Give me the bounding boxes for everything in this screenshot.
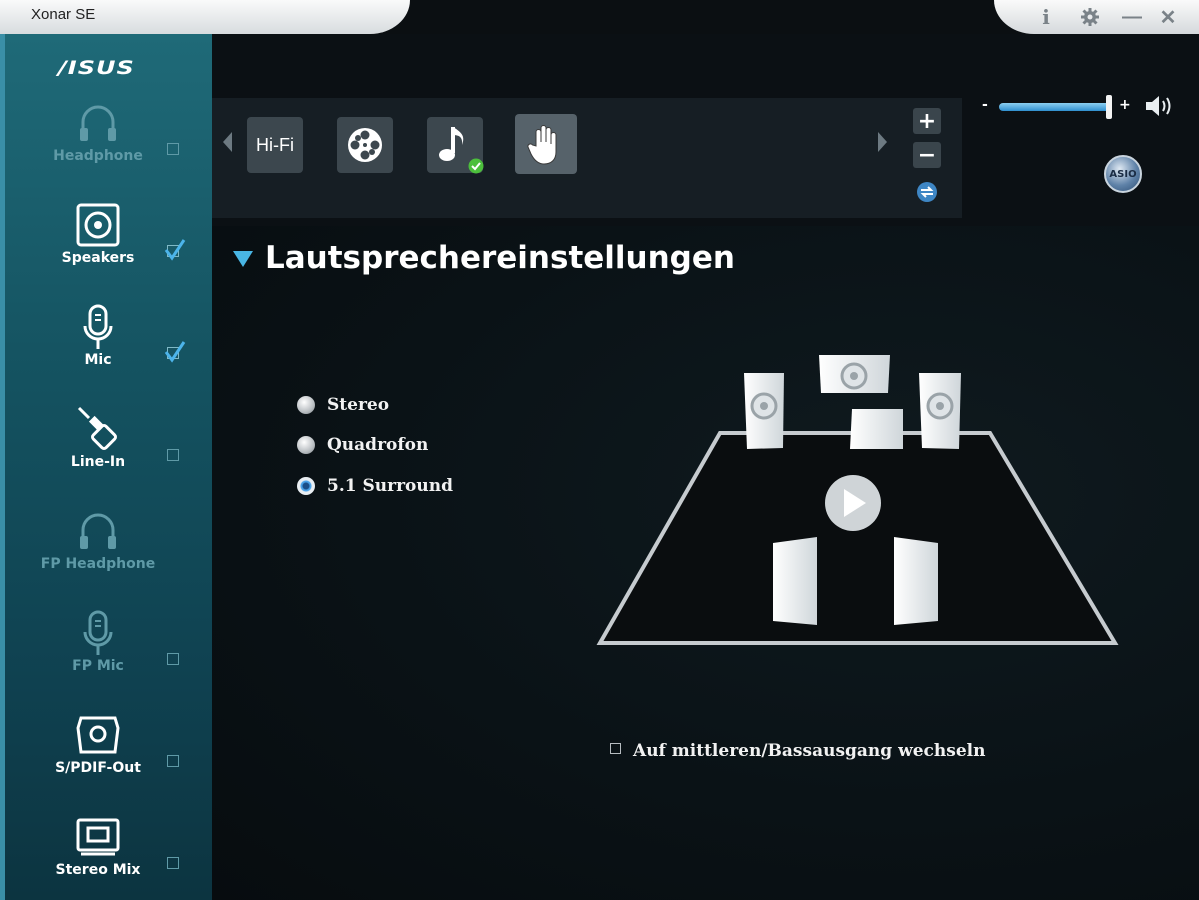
device-checkbox[interactable] [167,449,179,461]
volume-slider-handle[interactable] [1106,95,1112,119]
speaker-diagram [596,355,1119,645]
radio-quadrofon[interactable]: Quadrofon [297,435,428,455]
radio-button[interactable] [297,436,315,454]
reset-preset-button[interactable] [916,181,938,207]
spdif-icon [76,716,120,754]
checkmark-icon [164,341,186,363]
device-label: S/PDIF-Out [55,760,141,776]
center-speaker-icon[interactable] [819,355,890,393]
settings-button[interactable] [1076,4,1104,30]
room-floor [596,431,1119,645]
window-controls: i — ✕ [994,0,1199,34]
radio-label: Quadrofon [327,435,429,455]
preset-hifi[interactable]: Hi-Fi [247,117,303,173]
radio-button[interactable] [297,477,315,495]
swap-center-bass-label: Auf mittleren/Bassausgang wechseln [633,741,986,761]
play-test-button[interactable] [825,475,881,531]
subwoofer-icon[interactable] [850,409,903,449]
radio-stereo[interactable]: Stereo [297,395,389,415]
device-checkbox[interactable] [167,755,179,767]
mic-icon [83,304,113,349]
checkmark-icon [164,239,186,261]
speaker-icon [76,203,120,247]
device-label: Line-In [70,454,126,470]
film-reel-icon [348,128,382,162]
device-label: Mic [84,352,112,368]
stereo-mix-icon [76,818,120,856]
volume-plus[interactable]: + [1119,97,1131,113]
add-preset-button[interactable]: + [913,108,941,134]
headphone-icon [80,105,116,141]
asio-button[interactable]: ASIO [1104,155,1142,193]
device-checkbox[interactable] [167,857,179,869]
hand-icon [527,125,557,165]
headphone-icon [80,513,116,549]
preset-prev-arrow[interactable] [221,130,233,160]
radio-label: Stereo [327,395,390,415]
section-title: Lautsprechereinstellungen [265,240,735,276]
asus-logo: /ISUS [58,57,135,79]
device-label: Stereo Mix [55,862,141,878]
chevron-left-icon [223,132,232,152]
info-button[interactable]: i [1032,4,1060,30]
rear-left-speaker-icon[interactable] [773,537,817,625]
window-title: Xonar SE [31,6,96,23]
device-checkbox[interactable] [167,653,179,665]
collapse-triangle-icon[interactable] [233,251,253,267]
line-in-icon [77,406,117,450]
gear-icon [1081,8,1099,26]
device-checkbox[interactable] [167,143,179,155]
title-bar: Xonar SE i — ✕ [0,0,1199,34]
volume-icon[interactable] [1144,94,1176,118]
device-label: Speakers [61,250,135,266]
title-tab: Xonar SE [0,0,410,34]
close-button[interactable]: ✕ [1154,4,1182,30]
device-label: FP Mic [72,658,124,674]
volume-slider[interactable] [999,103,1111,111]
rear-right-speaker-icon[interactable] [894,537,938,625]
front-left-speaker-icon[interactable] [744,373,784,449]
preset-music[interactable] [427,117,484,174]
volume-minus[interactable]: - [982,97,988,113]
swap-center-bass-checkbox[interactable] [610,743,621,754]
front-right-speaker-icon[interactable] [919,373,961,449]
minimize-button[interactable]: — [1118,4,1146,30]
preset-bar [212,98,962,218]
remove-preset-button[interactable]: − [913,142,941,168]
device-label: FP Headphone [40,556,156,572]
chevron-right-icon [878,132,887,152]
radio-button[interactable] [297,396,315,414]
radio-5-1-surround[interactable]: 5.1 Surround [297,476,453,496]
preset-custom[interactable] [515,114,577,174]
check-badge-icon [468,158,484,174]
device-label: Headphone [53,148,143,164]
window-border [0,34,5,900]
radio-label: 5.1 Surround [327,476,453,496]
preset-movie[interactable] [337,117,393,173]
mic-icon [83,610,113,655]
refresh-icon [917,182,937,202]
preset-next-arrow[interactable] [877,130,889,160]
